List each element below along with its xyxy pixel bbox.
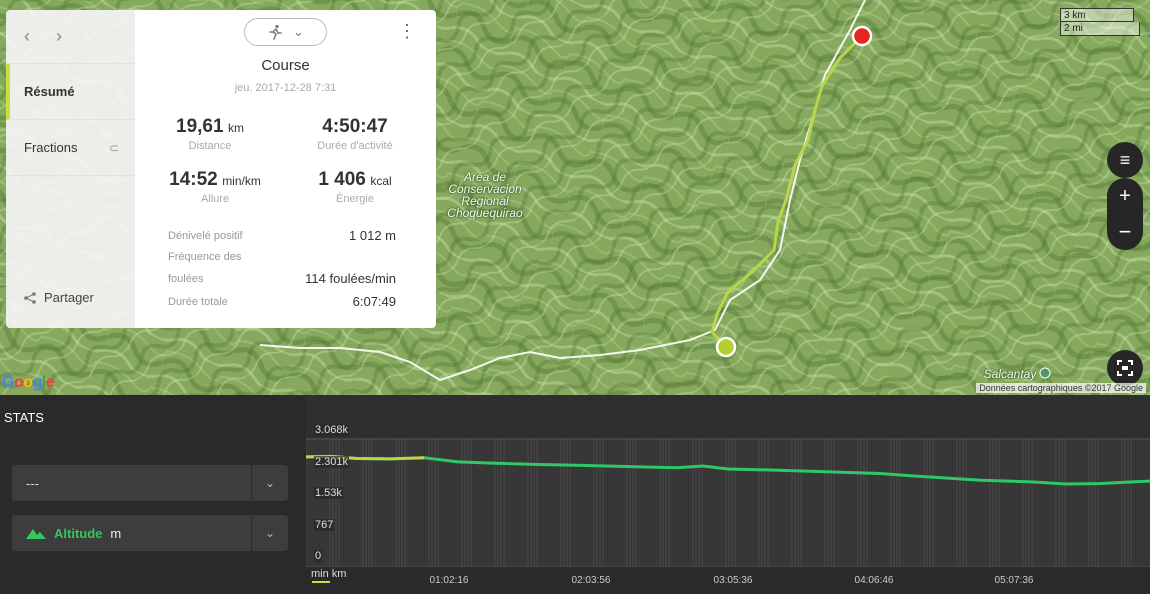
x-tick: 04:06:46 [854,575,894,586]
zoom-controls: + − [1107,178,1143,250]
sport-selector[interactable]: ⌄ [244,18,327,46]
nav-item-label: Fractions [24,140,78,155]
stats-panel: STATS --- ⌄ Altitude m ⌄ [0,395,306,594]
nav-item-fractions[interactable]: Fractions ⊂ [6,120,135,176]
x-tick: 05:07:36 [994,575,1034,586]
energy-unit: kcal [370,174,392,188]
detail-label: Dénivelé positif [168,230,243,242]
zoom-out-icon[interactable]: − [1107,214,1143,250]
unit-km[interactable]: km [332,568,347,580]
pace-label: Allure [200,193,230,205]
unit-min[interactable]: min [311,568,329,580]
distance-unit: km [228,121,244,135]
mountain-icon [26,529,46,539]
energy-label: Énergie [336,193,374,205]
y-tick: 2.301k [314,456,350,468]
more-options-icon[interactable]: ⋮ [398,22,416,40]
distance-value: 19,61 [176,116,224,137]
back-arrow-icon[interactable]: ‹ [24,26,30,47]
altitude-chart-svg [305,438,1150,594]
map-area-label: Area de Conservacion Regional Choquequir… [447,170,523,220]
y-tick: 1.53k [314,487,343,499]
stat-select-1[interactable]: --- ⌄ [12,465,288,501]
select-value: Altitude [54,525,103,541]
duration-label: Durée d'activité [317,140,393,152]
side-nav: ‹ › Résumé Fractions ⊂ Partager [6,10,135,328]
map-peak-label: Salcantay [983,367,1037,381]
google-logo: Google [2,374,55,391]
fullscreen-icon[interactable] [1107,350,1143,386]
share-icon [24,291,36,304]
stats-title: STATS [4,410,44,425]
detail-label: Durée totale [168,296,228,308]
summary-card: ⌄ ⋮ Course jeu. 2017-12-28 7:31 19,61 km… [135,10,436,328]
running-icon [269,24,282,40]
chevron-down-icon: ⌄ [293,24,304,39]
detail-value: 6:07:49 [352,294,396,309]
x-unit-toggle[interactable]: min km [311,568,346,580]
scale-km: 3 km [1060,8,1134,22]
chevron-down-icon: ⌄ [251,515,288,551]
y-tick: 0 [314,550,323,562]
map-scale: 3 km 2 mi [1060,8,1140,36]
x-tick: 01:02:16 [429,575,469,586]
distance-stat: 19,61 km Distance [135,116,285,152]
detail-label: Fréquence des [168,251,242,263]
scale-mi: 2 mi [1060,22,1140,36]
stat-select-altitude[interactable]: Altitude m ⌄ [12,515,288,551]
detail-label: foulées [168,273,204,285]
map-copyright: Données cartographiques ©2017 Google [976,383,1146,393]
energy-stat: 1 406 kcal Énergie [280,169,430,205]
forward-arrow-icon[interactable]: › [56,26,62,47]
duration-stat: 4:50:47 Durée d'activité [280,116,430,152]
menu-icon[interactable]: ≡ [1107,142,1143,178]
nav-item-resume[interactable]: Résumé [6,64,135,120]
start-marker [715,336,737,358]
distance-label: Distance [188,140,232,152]
select-value: --- [26,475,39,491]
zoom-in-icon[interactable]: + [1107,178,1143,214]
chevron-down-icon: ⌄ [251,465,288,501]
detail-value: 1 012 m [349,228,396,243]
end-marker [851,25,873,47]
activity-date: jeu. 2017-12-28 7:31 [234,82,337,94]
duration-value: 4:50:47 [322,116,388,137]
x-tick: 02:03:56 [571,575,611,586]
nav-item-label: Résumé [24,84,75,99]
share-label: Partager [44,290,94,305]
altitude-chart[interactable]: 3.068k 2.301k 1.53k 767 0 min km 01:02:1… [305,395,1150,594]
select-unit: m [110,525,122,541]
x-tick: 03:05:36 [713,575,753,586]
pace-stat: 14:52 min/km Allure [140,169,290,205]
detail-value: 114 foulées/min [305,271,396,286]
nav-arrows: ‹ › [6,10,135,64]
y-tick: 3.068k [314,424,350,436]
share-button[interactable]: Partager [24,290,94,305]
activity-title: Course [261,57,310,74]
pace-unit: min/km [222,174,261,188]
energy-value: 1 406 [318,169,366,190]
pace-value: 14:52 [169,169,218,190]
link-icon: ⊂ [108,140,119,155]
y-tick: 767 [314,519,335,531]
